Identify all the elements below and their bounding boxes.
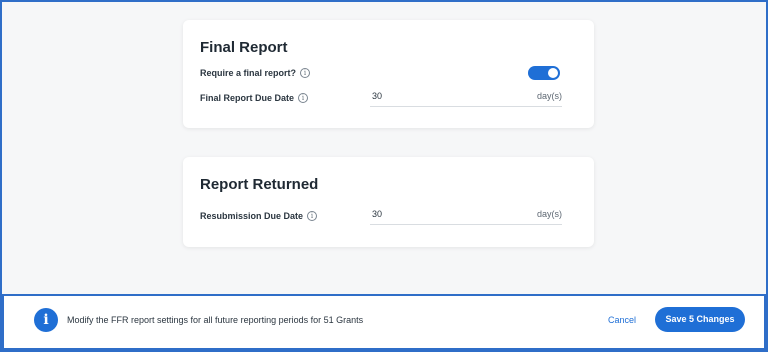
save-changes-footer: i Modify the FFR report settings for all… (2, 294, 766, 350)
require-final-report-toggle[interactable] (528, 66, 560, 80)
info-icon[interactable]: i (298, 93, 309, 103)
report-returned-title: Report Returned (200, 176, 319, 193)
info-icon: i (34, 308, 58, 332)
cancel-button[interactable]: Cancel (608, 315, 636, 325)
final-report-due-value[interactable]: 30 (372, 91, 382, 101)
final-report-due-label: Final Report Due Date (200, 93, 295, 103)
save-changes-button[interactable]: Save 5 Changes (655, 307, 745, 332)
resubmission-due-unit: day(s) (536, 209, 562, 219)
require-final-report-label-row: Require a final report? i (200, 68, 311, 78)
final-report-due-label-row: Final Report Due Date i (200, 93, 309, 103)
info-icon[interactable]: i (300, 68, 311, 78)
resubmission-due-label-row: Resubmission Due Date i (200, 211, 318, 221)
final-report-due-field[interactable]: 30 day(s) (370, 89, 562, 107)
resubmission-due-label: Resubmission Due Date (200, 211, 304, 221)
info-icon[interactable]: i (307, 211, 318, 221)
resubmission-due-field[interactable]: 30 day(s) (370, 207, 562, 225)
final-report-due-unit: day(s) (536, 91, 562, 101)
footer-message: Modify the FFR report settings for all f… (67, 315, 364, 325)
require-final-report-label: Require a final report? (200, 68, 297, 78)
toggle-knob (548, 68, 558, 78)
report-returned-card: Report Returned Resubmission Due Date i … (183, 157, 594, 247)
final-report-title: Final Report (200, 39, 288, 56)
final-report-card: Final Report Require a final report? i F… (183, 20, 594, 128)
resubmission-due-value[interactable]: 30 (372, 209, 382, 219)
